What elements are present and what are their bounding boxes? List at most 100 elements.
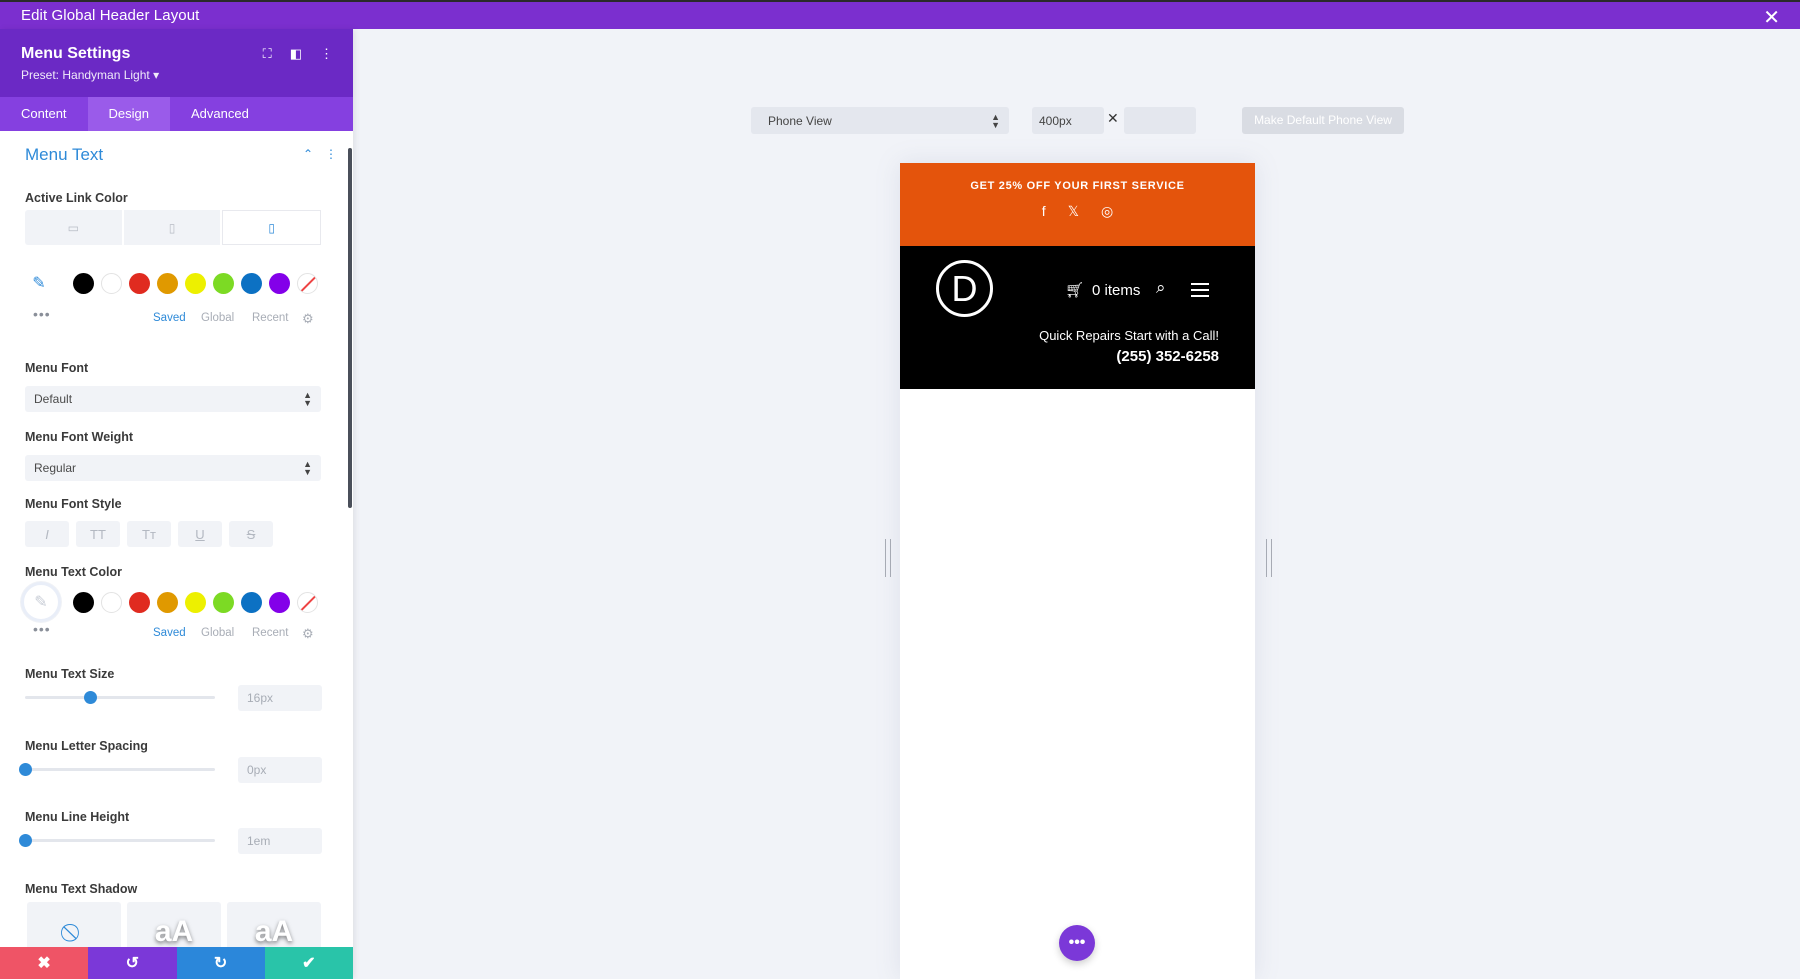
cart-count: 0 items <box>1092 282 1140 299</box>
swatch-purple[interactable] <box>269 592 290 613</box>
swatch-clear[interactable] <box>297 592 318 613</box>
promo-text[interactable]: GET 25% OFF YOUR FIRST SERVICE <box>900 163 1255 192</box>
swatch-yellow[interactable] <box>185 273 206 294</box>
menu-text-shadow-label: Menu Text Shadow <box>25 882 137 896</box>
select-arrows-icon: ▲▼ <box>303 391 312 407</box>
underline-button[interactable]: U <box>178 521 222 547</box>
swatch-orange[interactable] <box>157 592 178 613</box>
section-title-menu-text[interactable]: Menu Text <box>25 145 103 165</box>
menu-text-size-input[interactable]: 16px <box>238 685 322 711</box>
slider-knob[interactable] <box>84 691 97 704</box>
uppercase-button[interactable]: TT <box>76 521 120 547</box>
chevron-up-icon[interactable]: ⌃ <box>303 147 313 161</box>
swatch-blue[interactable] <box>241 592 262 613</box>
social-icons: f 𝕏 ◎ <box>900 203 1255 220</box>
palette-global[interactable]: Global <box>201 627 234 639</box>
swatch-black[interactable] <box>73 592 94 613</box>
swatch-purple[interactable] <box>269 273 290 294</box>
gear-icon[interactable]: ⚙ <box>302 626 314 642</box>
menu-line-height-input[interactable]: 1em <box>238 828 322 854</box>
title-bar: Edit Global Header Layout ✕ <box>0 0 1800 29</box>
preset-selector[interactable]: Preset: Handyman Light ▾ <box>21 68 332 82</box>
italic-button[interactable]: I <box>25 521 69 547</box>
resize-handle-left[interactable] <box>885 539 891 577</box>
menu-letter-spacing-slider[interactable] <box>25 768 215 771</box>
times-icon: ✕ <box>1107 110 1119 127</box>
redo-button[interactable]: ↻ <box>177 947 265 979</box>
menu-font-select[interactable]: Default ▲▼ <box>25 386 321 412</box>
palette-saved[interactable]: Saved <box>153 627 186 639</box>
swatch-white[interactable] <box>101 592 122 613</box>
phone-icon[interactable]: ▯ <box>222 210 321 245</box>
x-twitter-icon[interactable]: 𝕏 <box>1068 203 1079 220</box>
active-link-swatches: ✎ <box>25 269 325 297</box>
panel-scrollbar[interactable] <box>348 148 352 508</box>
tab-design[interactable]: Design <box>88 97 170 131</box>
tab-content[interactable]: Content <box>0 97 88 131</box>
slider-knob[interactable] <box>19 834 32 847</box>
close-icon[interactable]: ✕ <box>1763 5 1780 30</box>
strikethrough-button[interactable]: S <box>229 521 273 547</box>
palette-recent[interactable]: Recent <box>252 627 288 639</box>
swatch-red[interactable] <box>129 273 150 294</box>
more-options-icon[interactable]: ⋮ <box>320 46 333 62</box>
section-more-icon[interactable]: ⋮ <box>325 147 337 161</box>
cart-icon: 🛒︎ <box>1065 281 1084 299</box>
swatch-green[interactable] <box>213 273 234 294</box>
palette-saved[interactable]: Saved <box>153 312 186 324</box>
fullscreen-icon[interactable]: ⛶ <box>263 46 272 62</box>
menu-font-weight-select[interactable]: Regular ▲▼ <box>25 455 321 481</box>
more-dots-icon[interactable]: ••• <box>33 306 51 322</box>
menu-text-palette-links: ••• Saved Global Recent ⚙ <box>25 627 321 643</box>
site-logo[interactable]: D <box>936 260 993 317</box>
swatch-white[interactable] <box>101 273 122 294</box>
eyedropper-icon[interactable]: ✎ <box>25 269 53 297</box>
more-dots-icon[interactable]: ••• <box>33 621 51 637</box>
palette-recent[interactable]: Recent <box>252 312 288 324</box>
promo-bar: GET 25% OFF YOUR FIRST SERVICE f 𝕏 ◎ <box>900 163 1255 246</box>
swatch-yellow[interactable] <box>185 592 206 613</box>
menu-line-height-slider[interactable] <box>25 839 215 842</box>
menu-text-swatches: ✎ <box>25 582 325 622</box>
gear-icon[interactable]: ⚙ <box>302 311 314 327</box>
undo-icon: ↺ <box>126 953 139 973</box>
split-view-icon[interactable]: ◧ <box>290 46 302 62</box>
swatch-green[interactable] <box>213 592 234 613</box>
search-icon[interactable]: ⌕ <box>1156 278 1166 298</box>
height-input[interactable] <box>1124 107 1196 134</box>
swatch-orange[interactable] <box>157 273 178 294</box>
tab-advanced[interactable]: Advanced <box>170 97 270 131</box>
slider-knob[interactable] <box>19 763 32 776</box>
instagram-icon[interactable]: ◎ <box>1101 203 1113 220</box>
swatch-red[interactable] <box>129 592 150 613</box>
width-input[interactable]: 400px <box>1032 107 1104 134</box>
select-arrows-icon: ▲▼ <box>303 460 312 476</box>
redo-icon: ↻ <box>214 953 227 973</box>
hamburger-menu-icon[interactable] <box>1191 283 1209 301</box>
view-mode-select[interactable]: Phone View ▲▼ <box>751 107 1009 134</box>
color-picker-icon[interactable]: ✎ <box>21 582 61 622</box>
discard-button[interactable]: ✖ <box>0 947 88 979</box>
tablet-icon[interactable]: ▯ <box>124 210 223 245</box>
undo-button[interactable]: ↺ <box>88 947 176 979</box>
header-tagline: Quick Repairs Start with a Call! <box>1039 328 1219 343</box>
swatch-blue[interactable] <box>241 273 262 294</box>
menu-text-size-slider[interactable] <box>25 696 215 699</box>
header-phone[interactable]: (255) 352-6258 <box>1116 348 1219 365</box>
palette-global[interactable]: Global <box>201 312 234 324</box>
section-icons: ⌃ ⋮ <box>303 147 337 161</box>
make-default-phone-view-button[interactable]: Make Default Phone View <box>1242 107 1404 134</box>
desktop-icon[interactable]: ▭ <box>25 210 124 245</box>
cart-link[interactable]: 🛒︎ 0 items <box>1065 281 1140 299</box>
capitalize-button[interactable]: Tт <box>127 521 171 547</box>
shadow-sample: aA <box>155 915 193 949</box>
menu-letter-spacing-input[interactable]: 0px <box>238 757 322 783</box>
more-actions-button[interactable]: ••• <box>1059 925 1095 961</box>
check-icon: ✔ <box>302 953 315 973</box>
resize-handle-right[interactable] <box>1266 539 1272 577</box>
swatch-black[interactable] <box>73 273 94 294</box>
save-button[interactable]: ✔ <box>265 947 353 979</box>
facebook-icon[interactable]: f <box>1042 203 1046 220</box>
menu-font-weight-label: Menu Font Weight <box>25 430 133 444</box>
swatch-clear[interactable] <box>297 273 318 294</box>
